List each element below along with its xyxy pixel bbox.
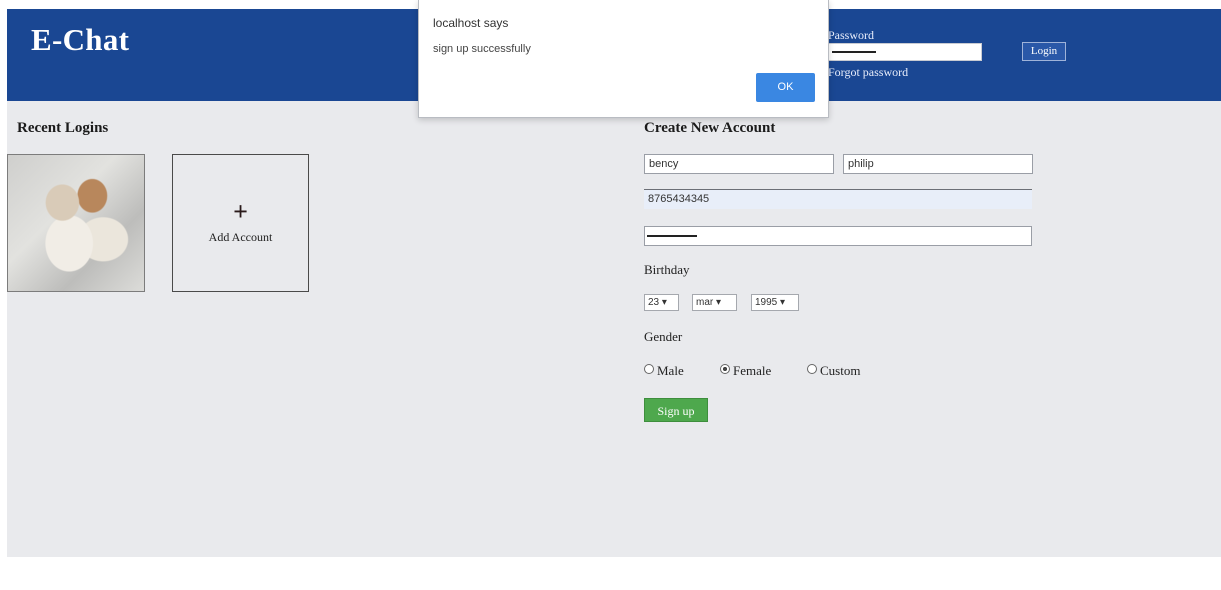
dialog-title: localhost says [433, 16, 509, 30]
alert-dialog: localhost says sign up successfully OK [418, 0, 829, 118]
radio-icon[interactable] [807, 364, 817, 374]
recent-login-avatar[interactable] [7, 154, 145, 292]
gender-label: Gender [644, 329, 683, 344]
gender-female-label: Female [733, 363, 772, 378]
new-password-input[interactable] [644, 226, 1032, 246]
gender-male-label: Male [657, 363, 684, 378]
plus-icon: + [233, 197, 248, 226]
gender-female-option[interactable]: Female [720, 363, 771, 379]
radio-selected-icon[interactable] [720, 364, 730, 374]
dialog-message: sign up successfully [433, 43, 531, 55]
phone-input[interactable]: 8765434345 [644, 189, 1032, 209]
add-account-card[interactable]: + Add Account [172, 154, 309, 292]
gender-custom-label: Custom [820, 363, 861, 378]
gender-custom-option[interactable]: Custom [807, 363, 860, 379]
birthday-month-select[interactable]: mar ▾ [692, 294, 737, 311]
last-name-input[interactable]: philip [843, 154, 1033, 174]
gender-male-option[interactable]: Male [644, 363, 684, 379]
add-account-label: Add Account [208, 230, 273, 244]
login-button[interactable]: Login [1022, 42, 1066, 61]
recent-logins-title: Recent Logins [17, 120, 109, 136]
radio-icon[interactable] [644, 364, 654, 374]
forgot-password-link[interactable]: Forgot password [828, 65, 908, 80]
birthday-label: Birthday [644, 262, 690, 277]
dialog-ok-button[interactable]: OK [756, 73, 815, 102]
app-logo: E-Chat [31, 22, 130, 57]
first-name-input[interactable]: bency [644, 154, 834, 174]
birthday-year-select[interactable]: 1995 ▾ [751, 294, 799, 311]
password-label: Password [828, 28, 875, 42]
sign-up-button[interactable]: Sign up [644, 398, 708, 422]
create-account-title: Create New Account [644, 120, 776, 136]
birthday-day-select[interactable]: 23 ▾ [644, 294, 679, 311]
password-mask [647, 235, 697, 237]
password-mask [832, 51, 876, 53]
